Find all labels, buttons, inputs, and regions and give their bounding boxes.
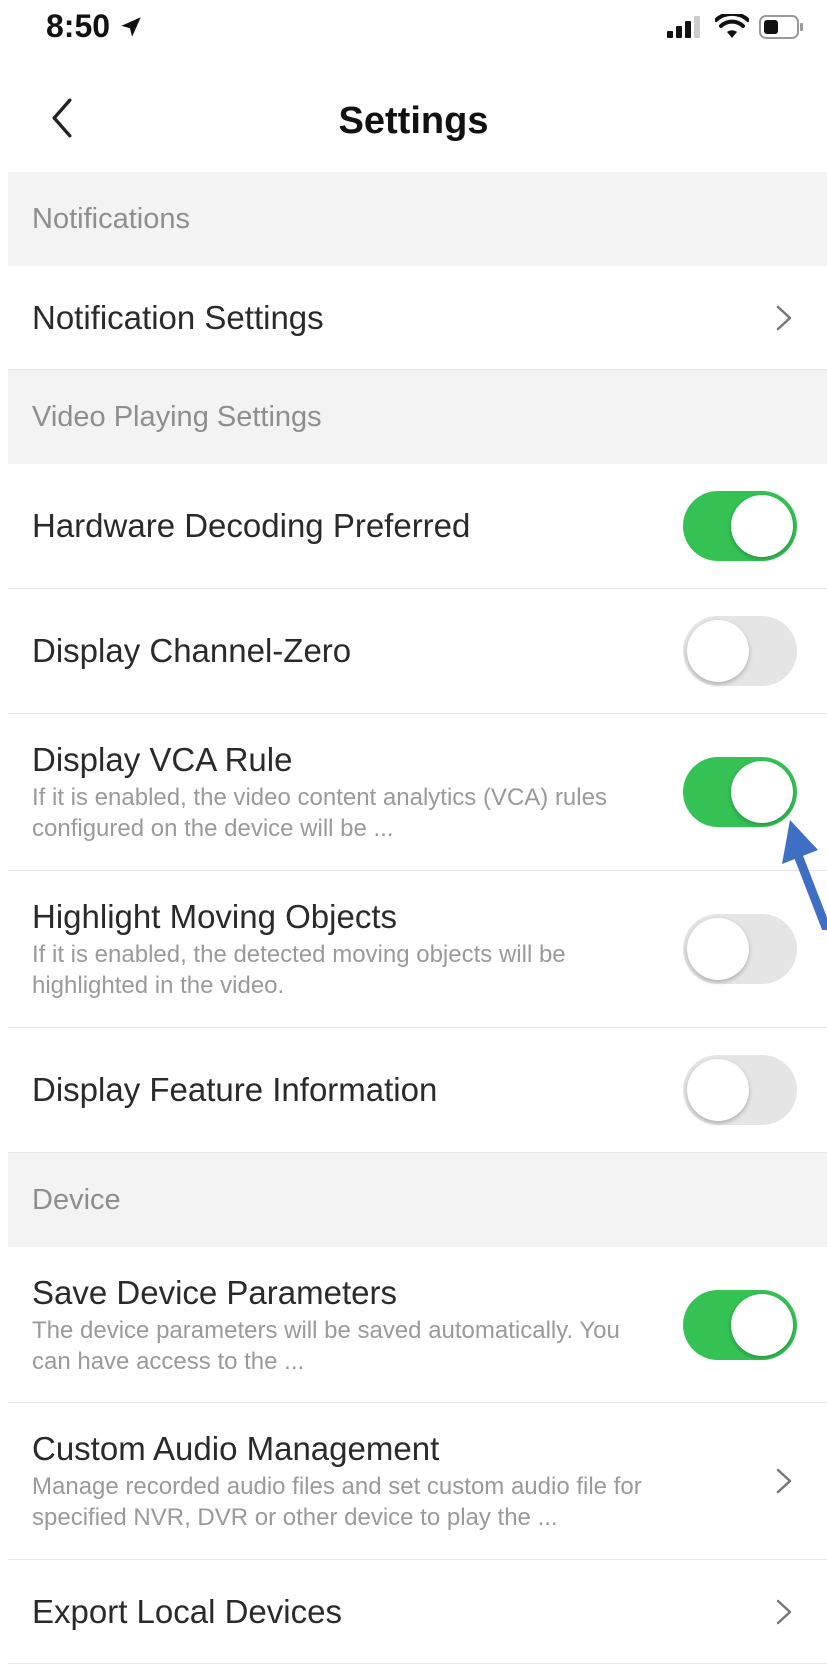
status-time: 8:50 <box>46 8 144 45</box>
toggle-knob <box>687 918 749 980</box>
display-feature-information-toggle[interactable] <box>683 1055 797 1125</box>
export-local-devices-row[interactable]: Export Local Devices <box>8 1560 827 1664</box>
row-label: Highlight Moving Objects <box>32 898 397 935</box>
wifi-icon <box>715 14 749 38</box>
notification-settings-row[interactable]: Notification Settings <box>8 266 827 370</box>
signal-icon <box>667 16 700 38</box>
chevron-right-icon <box>776 1599 792 1624</box>
chevron-right-icon <box>776 305 792 330</box>
custom-audio-management-row[interactable]: Custom Audio Management Manage recorded … <box>8 1403 827 1560</box>
battery-icon <box>759 15 803 39</box>
display-vca-rule-toggle[interactable] <box>683 757 797 827</box>
display-feature-information-row: Display Feature Information <box>8 1028 827 1153</box>
status-time-text: 8:50 <box>46 8 111 44</box>
display-vca-rule-row: Display VCA Rule If it is enabled, the v… <box>8 714 827 871</box>
toggle-knob <box>687 620 749 682</box>
status-bar: 8:50 <box>0 0 827 60</box>
nav-bar: Settings <box>0 60 827 172</box>
row-label: Notification Settings <box>32 298 324 336</box>
settings-screen: 8:50 Settings Notifications Notification… <box>0 0 827 1664</box>
display-channel-zero-row: Display Channel-Zero <box>8 589 827 714</box>
section-header-notifications: Notifications <box>8 172 827 266</box>
row-description: The device parameters will be saved auto… <box>32 1316 620 1375</box>
row-label: Display VCA Rule <box>32 741 293 778</box>
highlight-moving-objects-row: Highlight Moving Objects If it is enable… <box>8 871 827 1028</box>
status-indicators <box>667 14 805 40</box>
toggle-knob <box>731 1293 793 1356</box>
page-title: Settings <box>338 100 489 142</box>
save-device-parameters-toggle[interactable] <box>683 1289 797 1360</box>
section-header-device: Device <box>8 1153 827 1247</box>
display-channel-zero-toggle[interactable] <box>683 616 797 686</box>
hardware-decoding-toggle[interactable] <box>683 491 797 561</box>
section-header-video-playing: Video Playing Settings <box>8 370 827 464</box>
row-description: If it is enabled, the video content anal… <box>32 784 607 842</box>
chevron-right-icon <box>776 1468 792 1494</box>
row-description: Manage recorded audio files and set cust… <box>32 1473 642 1531</box>
save-device-parameters-row: Save Device Parameters The device parame… <box>8 1247 827 1403</box>
annotation-arrow-icon <box>782 820 827 930</box>
row-label: Save Device Parameters <box>32 1273 397 1311</box>
hardware-decoding-row: Hardware Decoding Preferred <box>8 464 827 589</box>
row-description: If it is enabled, the detected moving ob… <box>32 941 566 999</box>
row-label: Export Local Devices <box>32 1592 342 1630</box>
toggle-knob <box>731 495 793 557</box>
toggle-knob <box>687 1059 749 1121</box>
row-label: Custom Audio Management <box>32 1430 440 1467</box>
toggle-knob <box>731 761 793 823</box>
location-arrow-icon <box>121 16 141 37</box>
